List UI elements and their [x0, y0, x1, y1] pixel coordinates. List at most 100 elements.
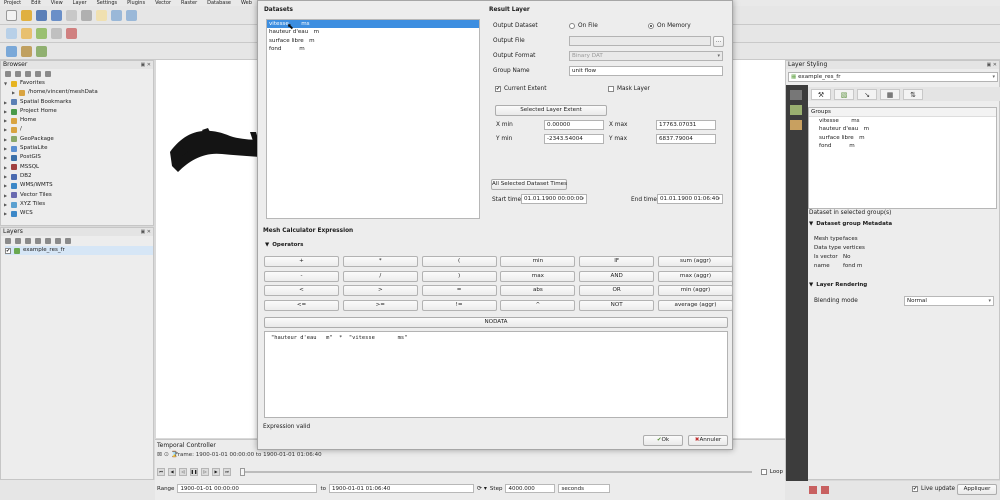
group-item[interactable]: hauteur d'eau m — [809, 125, 996, 133]
browser-item[interactable]: ▶ MSSQL — [3, 163, 153, 172]
operator-button[interactable]: max (aggr) — [657, 270, 733, 282]
previous-frame-icon[interactable]: ◀ — [168, 467, 176, 476]
browser-item[interactable]: ▶ XYZ Tiles — [3, 200, 153, 209]
panel-float-close-icon[interactable]: ▣ ✕ — [986, 61, 997, 69]
operators-section-header[interactable]: ▼ Operators — [265, 241, 303, 250]
tab-datasets[interactable]: ⚒ — [811, 89, 831, 100]
ymax-field[interactable]: 6837.79004 — [656, 134, 716, 144]
panel-float-close-icon[interactable]: ▣ ✕ — [140, 61, 151, 69]
add-vector-icon[interactable] — [36, 45, 47, 57]
loop-checkbox[interactable] — [760, 468, 767, 475]
operator-button[interactable]: > — [342, 285, 418, 296]
browser-item[interactable]: ▶ /home/vincent/meshData — [3, 88, 153, 97]
vertex-tool-icon[interactable] — [51, 28, 62, 39]
collapsed-arrow-icon[interactable]: ▶ — [3, 98, 8, 107]
operator-button[interactable]: - — [264, 270, 339, 282]
dataset-item[interactable]: surface libre m — [267, 37, 479, 45]
group-item[interactable]: vitesse ms — [809, 117, 996, 125]
save-project-icon[interactable] — [36, 9, 47, 21]
identify-icon[interactable] — [6, 28, 17, 39]
operator-button[interactable]: = — [421, 285, 497, 296]
metadata-section-header[interactable]: ▼ Dataset group Metadata — [809, 220, 892, 229]
tab-vectors[interactable]: ↘ — [857, 89, 877, 100]
next-frame-icon[interactable]: ▶ — [212, 467, 220, 476]
delete-icon[interactable] — [66, 28, 77, 39]
style-manager-icon[interactable] — [790, 105, 802, 115]
operator-button[interactable]: min — [500, 256, 576, 267]
ymin-field[interactable]: -2343.54004 — [544, 134, 604, 144]
end-time-select[interactable]: 01.01.1900 01:06:40 ▾ — [657, 194, 723, 204]
collapsed-arrow-icon[interactable]: ▶ — [3, 181, 8, 190]
operator-button[interactable]: max — [500, 270, 576, 282]
xmin-field[interactable]: 0.00000 — [544, 120, 604, 130]
zoom-out-icon[interactable] — [126, 9, 137, 21]
edit-icon[interactable] — [21, 28, 32, 39]
mask-layer-checkbox[interactable] — [608, 86, 614, 92]
browser-item[interactable]: ▶ Spatial Bookmarks — [3, 98, 153, 107]
collapsed-arrow-icon[interactable]: ▶ — [3, 107, 8, 116]
add-mesh-icon[interactable] — [21, 45, 32, 57]
browser-item[interactable]: ▶ Project Home — [3, 107, 153, 116]
operator-button[interactable]: ) — [421, 270, 497, 282]
browser-item[interactable]: ▶ GeoPackage — [3, 135, 153, 144]
operator-button[interactable]: average (aggr) — [657, 299, 733, 311]
collapsed-arrow-icon[interactable]: ▶ — [3, 153, 8, 162]
browser-item[interactable]: ▶ / — [3, 125, 153, 134]
groups-list[interactable]: Groups vitesse ms hauteur d'eau m surface … — [808, 107, 997, 209]
layer-visibility-checkbox[interactable]: ✔ — [5, 247, 11, 254]
dataset-item[interactable]: hauteur d'eau m — [267, 28, 479, 36]
refresh-range-icon[interactable]: ⟳ ▾ — [477, 485, 487, 492]
browser-item[interactable]: ▶ Home — [3, 116, 153, 125]
group-name-field[interactable]: unit flow — [569, 66, 723, 76]
tab-contours[interactable]: ▧ — [834, 89, 854, 100]
on-memory-radio[interactable] — [648, 23, 654, 29]
start-time-select[interactable]: 01.01.1900 00:00:00 ▾ — [521, 194, 587, 204]
collapsed-arrow-icon[interactable]: ▶ — [3, 163, 8, 172]
play-forward-icon[interactable]: ▷ — [201, 467, 209, 476]
ok-button[interactable]: ✔Ok — [643, 435, 683, 446]
nodata-button[interactable]: NODATA — [264, 317, 728, 328]
blending-mode-select[interactable]: Normal ▾ — [904, 296, 994, 306]
expression-editor[interactable]: "hauteur d'eau m" * "vitesse ms" — [264, 331, 728, 418]
browser-item[interactable]: ▶ WMS/WMTS — [3, 181, 153, 190]
print-layout-icon[interactable] — [66, 9, 77, 21]
operator-button[interactable]: ^ — [500, 299, 576, 311]
operator-button[interactable]: min (aggr) — [657, 285, 733, 296]
browser-item[interactable]: ▶ DB2 — [3, 172, 153, 181]
history-icon[interactable] — [790, 90, 802, 100]
dataset-item[interactable]: fond m — [267, 45, 479, 53]
add-feature-icon[interactable] — [36, 28, 47, 39]
group-item[interactable]: surface libre m — [809, 134, 996, 142]
properties-icon[interactable] — [35, 71, 41, 77]
operator-button[interactable]: != — [421, 299, 497, 311]
time-slider[interactable] — [240, 467, 752, 476]
dataset-item[interactable]: vitesse ms — [267, 20, 479, 29]
time-slider-handle[interactable] — [240, 467, 245, 476]
step-unit-select[interactable]: seconds — [558, 484, 611, 493]
cancel-button[interactable]: ✖Annuler — [688, 435, 728, 446]
collapsed-arrow-icon[interactable]: ▶ — [3, 116, 8, 125]
label-icon[interactable] — [790, 120, 802, 130]
operator-button[interactable]: >= — [342, 299, 418, 311]
collapsed-arrow-icon[interactable]: ▶ — [3, 125, 8, 134]
new-project-icon[interactable] — [6, 9, 17, 21]
collapsed-arrow-icon[interactable]: ▶ — [3, 172, 8, 181]
step-field[interactable]: 4000.000 — [505, 484, 556, 493]
collapse-all-icon[interactable] — [25, 71, 31, 77]
on-file-radio[interactable] — [569, 23, 575, 29]
pan-icon[interactable] — [96, 9, 107, 21]
range-start-field[interactable]: 1900-01-01 00:00:00 — [177, 484, 318, 493]
tab-mesh-frame[interactable]: ▦ — [880, 89, 900, 100]
apply-button[interactable]: Appliquer — [957, 484, 997, 495]
operator-button[interactable]: NOT — [579, 299, 655, 311]
current-extent-checkbox[interactable]: ✔ — [495, 86, 501, 92]
collapsed-arrow-icon[interactable]: ▶ — [3, 135, 8, 144]
output-format-select[interactable]: Binary DAT ▾ — [569, 51, 723, 61]
expanded-arrow-icon[interactable]: ▼ — [3, 79, 8, 88]
layer-item[interactable]: ✔ example_res_fr — [5, 246, 153, 256]
operator-button[interactable]: <= — [264, 299, 339, 311]
browser-item[interactable]: ▶ WCS — [3, 209, 153, 218]
tab-3d-view[interactable]: ⇅ — [903, 89, 923, 100]
collapsed-arrow-icon[interactable]: ▶ — [3, 200, 8, 209]
zoom-in-icon[interactable] — [111, 9, 122, 21]
